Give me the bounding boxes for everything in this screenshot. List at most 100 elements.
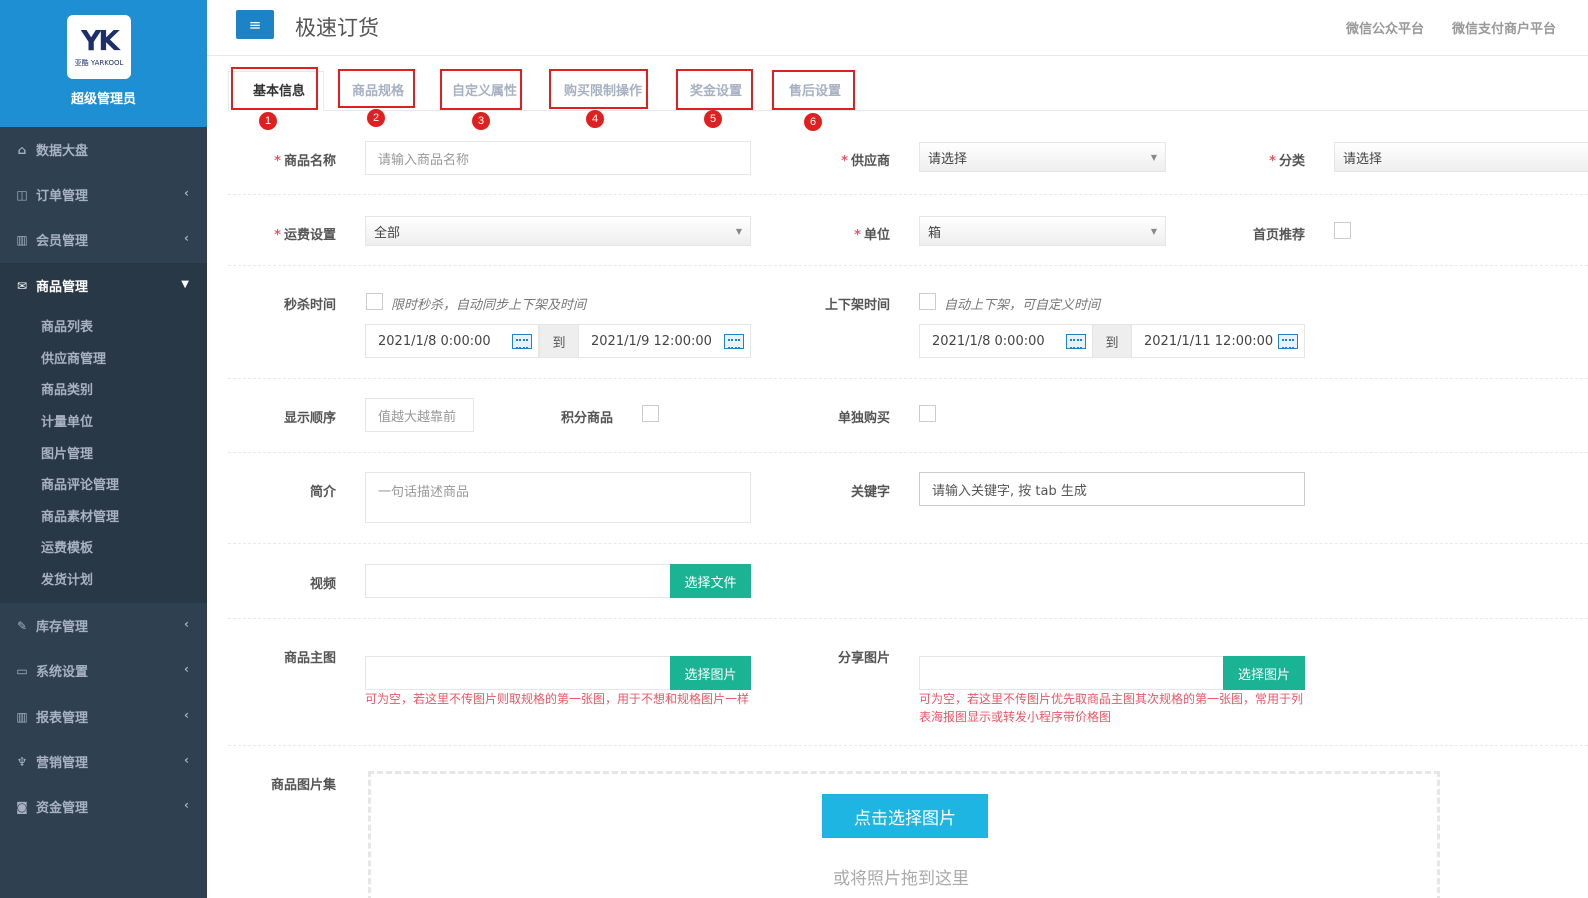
pick-images-button[interactable]: 点击选择图片 [822, 794, 988, 838]
desktop-icon: ▭ [16, 663, 28, 678]
main-image-input[interactable] [365, 656, 671, 690]
caret-down-icon: ▼ [735, 227, 742, 236]
subnav-categories[interactable]: 商品类别 [41, 379, 93, 398]
wechat-pay-link[interactable]: 微信支付商户平台 [1452, 18, 1556, 37]
flash-sale-label: 秒杀时间 [283, 298, 336, 313]
calendar-icon[interactable] [1278, 334, 1298, 349]
drop-hint: 或将照片拖到这里 [833, 869, 969, 889]
shelf-start-date[interactable]: 2021/1/8 0:00:00 [919, 324, 1093, 358]
single-purchase-checkbox[interactable] [919, 405, 936, 422]
nav-dashboard[interactable]: ⌂ 数据大盘 [0, 127, 207, 172]
chevron-down-icon: ▼ [181, 279, 189, 290]
intro-textarea[interactable]: 一句话描述商品 [365, 472, 751, 523]
annotation-box [549, 69, 648, 109]
product-name-input[interactable]: 请输入商品名称 [365, 141, 751, 175]
nav-members[interactable]: ▥ 会员管理 ‹ [0, 217, 207, 262]
unit-select[interactable]: 箱 ▼ [919, 216, 1166, 246]
nav-system[interactable]: ▭ 系统设置 ‹ [0, 648, 207, 693]
bar-chart-icon: ▥ [16, 709, 28, 724]
annotation-box [676, 69, 753, 110]
nav-label: 系统设置 [36, 665, 89, 680]
annotation-box [772, 70, 855, 110]
sidebar: YK 亚酷 YARKOOL 超级管理员 ⌂ 数据大盘 ◫ 订单管理 ‹ ▥ 会员… [0, 0, 207, 898]
calendar-icon[interactable] [1066, 334, 1086, 349]
nav-label: 资金管理 [36, 801, 89, 816]
subnav-images[interactable]: 图片管理 [41, 443, 93, 462]
admin-name[interactable]: 超级管理员 [0, 88, 207, 107]
shelf-time-checkbox[interactable] [919, 293, 936, 310]
row-divider [228, 265, 1588, 266]
bar-chart-icon: ▥ [16, 232, 28, 247]
display-order-input[interactable]: 值越大越靠前 [365, 398, 474, 432]
shelf-end-date[interactable]: 2021/1/11 12:00:00 [1131, 324, 1305, 358]
subnav-product-list[interactable]: 商品列表 [41, 316, 93, 335]
nav-inventory[interactable]: ✎ 库存管理 ‹ [0, 603, 207, 648]
supplier-label: * 供应商 [841, 154, 890, 169]
points-product-checkbox[interactable] [642, 405, 659, 422]
subnav-materials[interactable]: 商品素材管理 [41, 506, 119, 525]
chevron-left-icon: ‹ [184, 798, 189, 812]
nav-orders[interactable]: ◫ 订单管理 ‹ [0, 172, 207, 217]
annotation-box [338, 69, 415, 108]
subnav-reviews[interactable]: 商品评论管理 [41, 474, 119, 493]
choose-share-image-button[interactable]: 选择图片 [1223, 656, 1305, 690]
caret-down-icon: ▼ [1150, 227, 1157, 236]
columns-icon: ◫ [16, 187, 28, 202]
keyword-input[interactable]: 请输入关键字, 按 tab 生成 [919, 472, 1305, 506]
freight-label: * 运费设置 [274, 228, 336, 243]
nav-products[interactable]: ✉ 商品管理 ▼ [0, 263, 207, 308]
annotation-badge: 2 [367, 109, 385, 127]
nav-marketing[interactable]: ♆ 营销管理 ‹ [0, 739, 207, 784]
sidebar-header: YK 亚酷 YARKOOL 超级管理员 [0, 0, 207, 127]
main-image-label: 商品主图 [283, 651, 336, 666]
calendar-icon[interactable] [512, 334, 532, 349]
nav-label: 营销管理 [36, 756, 89, 771]
category-label: *请选择分类 [1269, 154, 1305, 169]
wechat-official-link[interactable]: 微信公众平台 [1346, 18, 1424, 37]
nav-finance[interactable]: ◙ 资金管理 ‹ [0, 784, 207, 829]
money-icon: ◙ [16, 799, 28, 814]
chevron-left-icon: ‹ [184, 231, 189, 245]
subnav-freight-templates[interactable]: 运费模板 [41, 537, 93, 556]
intro-label: 简介 [309, 485, 336, 500]
logo-mark: YK [81, 24, 120, 57]
company-logo[interactable]: YK 亚酷 YARKOOL [67, 15, 131, 79]
annotation-badge: 3 [472, 112, 490, 130]
home-recommend-checkbox[interactable] [1334, 222, 1351, 239]
flash-start-date[interactable]: 2021/1/8 0:00:00 [365, 324, 539, 358]
home-recommend-label: 首页推荐 [1252, 228, 1305, 243]
freight-select[interactable]: 全部 ▼ [365, 216, 751, 246]
logo-brand: 亚酷 YARKOOL [74, 59, 124, 67]
video-file-input[interactable] [365, 564, 671, 598]
share-image-label: 分享图片 [837, 651, 890, 666]
flash-end-date[interactable]: 2021/1/9 12:00:00 [578, 324, 751, 358]
calendar-icon[interactable] [724, 334, 744, 349]
menu-toggle-button[interactable]: ≡ [236, 10, 274, 39]
category-select[interactable]: 请选择 [1334, 142, 1588, 172]
nav-reports[interactable]: ▥ 报表管理 ‹ [0, 694, 207, 739]
row-divider [228, 378, 1588, 379]
nav-label: 报表管理 [36, 711, 89, 726]
annotation-box [440, 69, 522, 110]
edit-icon: ✎ [16, 618, 28, 633]
choose-video-button[interactable]: 选择文件 [670, 564, 751, 598]
gallery-label: 商品图片集 [270, 778, 336, 793]
choose-main-image-button[interactable]: 选择图片 [670, 656, 751, 690]
subnav-suppliers[interactable]: 供应商管理 [41, 348, 106, 367]
envelope-icon: ✉ [16, 278, 28, 293]
top-header: ≡ 极速订货 微信公众平台 微信支付商户平台 [207, 0, 1588, 56]
annotation-badge: 1 [259, 112, 277, 130]
date-range-separator: 到 [539, 324, 579, 358]
supplier-select[interactable]: 请选择 ▼ [919, 142, 1166, 172]
subnav-shipping-plan[interactable]: 发货计划 [41, 569, 93, 588]
subnav-units[interactable]: 计量单位 [41, 411, 93, 430]
share-image-input[interactable] [919, 656, 1224, 690]
product-name-label: * 商品名称 [274, 154, 336, 169]
chevron-left-icon: ‹ [184, 617, 189, 631]
nav-label: 数据大盘 [36, 144, 89, 159]
chevron-left-icon: ‹ [184, 186, 189, 200]
chevron-left-icon: ‹ [184, 753, 189, 767]
flash-sale-checkbox[interactable] [366, 293, 383, 310]
shelf-time-hint: 自动上下架，可自定义时间 [944, 298, 1101, 313]
row-divider [228, 543, 1588, 544]
